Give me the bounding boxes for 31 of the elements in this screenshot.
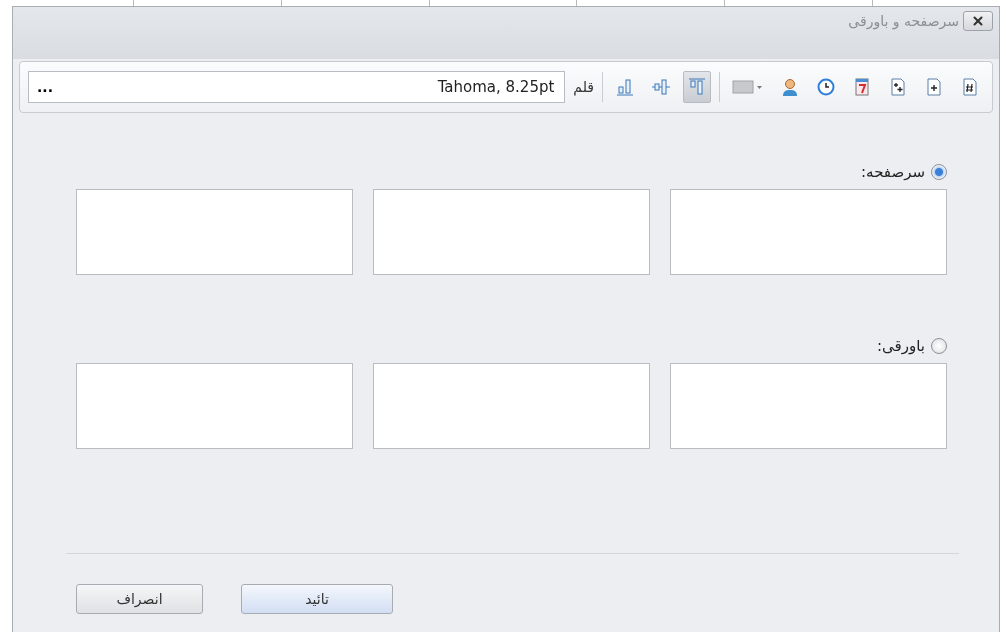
text-field[interactable] <box>373 363 650 449</box>
align-top-icon <box>687 77 707 97</box>
close-icon <box>971 14 985 28</box>
ok-button[interactable]: تائید <box>241 584 393 614</box>
radio-option[interactable]: باورقی: <box>76 337 947 355</box>
browse-button[interactable]: ... <box>37 79 53 95</box>
text-field[interactable] <box>76 189 353 275</box>
close-button[interactable] <box>963 11 993 31</box>
radio-icon[interactable] <box>931 338 947 354</box>
double-plus-page-icon <box>888 77 908 97</box>
cancel-button[interactable]: انصراف <box>76 584 203 614</box>
text-field[interactable] <box>76 363 353 449</box>
radio-label: سرصفحه: <box>861 163 925 181</box>
window-title: سرصفحه و باورقی <box>848 12 959 31</box>
align-bottom-icon <box>615 77 635 97</box>
text-field[interactable] <box>373 189 650 275</box>
clock-icon <box>816 77 836 97</box>
align-middle-icon <box>651 77 671 97</box>
font-label: قلم <box>573 79 594 95</box>
color-picker-icon <box>732 77 764 97</box>
calendar-icon <box>852 77 872 97</box>
radio-icon[interactable] <box>931 164 947 180</box>
align-button[interactable] <box>683 71 711 103</box>
text-field[interactable] <box>670 189 947 275</box>
hash-page-icon <box>960 77 980 97</box>
radio-option[interactable]: سرصفحه: <box>76 163 947 181</box>
user-icon <box>780 77 800 97</box>
text-field[interactable] <box>670 363 947 449</box>
font-field[interactable]: Tahoma, 8.25pt ... <box>28 71 566 103</box>
plus-page-icon <box>924 77 944 97</box>
radio-label: باورقی: <box>877 337 925 355</box>
